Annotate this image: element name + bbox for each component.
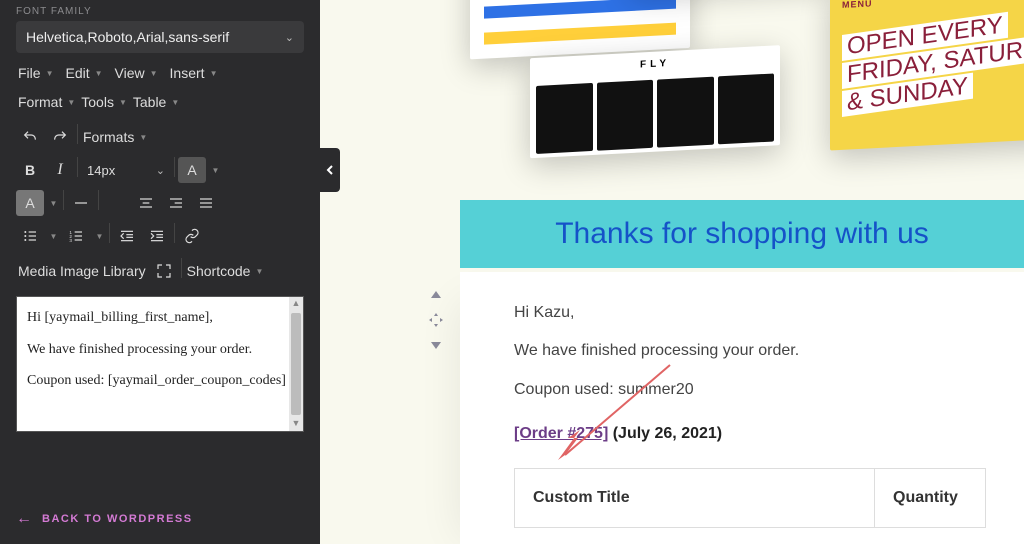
back-label: BACK TO WORDPRESS	[42, 513, 193, 525]
editor-menubar: File▼ Edit▼ View▼ Insert▼ Format▼ Tools▼…	[0, 53, 320, 122]
editor-toolbar: Formats▼ B I 14px⌄ A ▼ A ▼ ▼ 123 ▼	[0, 122, 320, 292]
font-size-select[interactable]: 14px⌄	[81, 157, 171, 183]
bg-color-dropdown-icon[interactable]: ▼	[46, 190, 60, 216]
template-card: MENUTHE DOCKYARD SOCIAL OPEN EVERY FRIDA…	[830, 0, 1024, 151]
number-list-dropdown-icon[interactable]: ▼	[92, 223, 106, 249]
menu-view[interactable]: View▼	[113, 61, 160, 85]
block-move-toolbar	[420, 286, 452, 354]
align-right-icon[interactable]	[162, 190, 190, 216]
menu-file[interactable]: File▼	[16, 61, 55, 85]
email-body-block[interactable]: Hi Kazu, We have finished processing you…	[460, 272, 1024, 544]
content-editor[interactable]: Hi [yaymail_billing_first_name], We have…	[16, 296, 304, 432]
move-drag-icon[interactable]	[424, 310, 448, 330]
font-family-label: FONT FAMILY	[16, 4, 304, 21]
back-to-wordpress[interactable]: ← BACK TO WORDPRESS	[0, 494, 320, 544]
editor-line: Coupon used: [yaymail_order_coupon_codes…	[27, 370, 293, 392]
hero-image-area: FLY MENUTHE DOCKYARD SOCIAL OPEN EVERY F…	[460, 0, 1024, 200]
align-left-icon[interactable]	[102, 190, 130, 216]
order-items-table-header: Custom Title Quantity	[514, 468, 986, 528]
outdent-icon[interactable]	[113, 223, 141, 249]
editor-sidebar: FONT FAMILY Helvetica,Roboto,Arial,sans-…	[0, 0, 320, 544]
col-qty: Quantity	[875, 469, 985, 527]
menu-edit[interactable]: Edit▼	[63, 61, 104, 85]
undo-icon[interactable]	[16, 124, 44, 150]
editor-scrollbar[interactable]: ▲▼	[289, 297, 303, 431]
col-title: Custom Title	[515, 469, 875, 527]
move-up-icon[interactable]	[424, 286, 448, 306]
text-color-icon[interactable]: A	[178, 157, 206, 183]
menu-table[interactable]: Table▼	[131, 90, 181, 114]
bullet-list-icon[interactable]	[16, 223, 44, 249]
editor-line: We have finished processing your order.	[27, 339, 293, 361]
move-down-icon[interactable]	[424, 334, 448, 354]
svg-text:3: 3	[69, 238, 72, 243]
font-family-value: Helvetica,Roboto,Arial,sans-serif	[26, 29, 229, 45]
email-greeting: Hi Kazu,	[514, 298, 986, 328]
arrow-left-icon: ←	[16, 510, 32, 528]
align-justify-icon[interactable]	[192, 190, 220, 216]
order-date: (July 26, 2021)	[613, 425, 722, 442]
email-processed: We have finished processing your order.	[514, 336, 986, 366]
template-card	[470, 0, 690, 59]
fullscreen-icon[interactable]	[150, 258, 178, 284]
align-center-icon[interactable]	[132, 190, 160, 216]
font-family-select[interactable]: Helvetica,Roboto,Arial,sans-serif ⌄	[16, 21, 304, 53]
menu-format[interactable]: Format▼	[16, 90, 77, 114]
indent-icon[interactable]	[143, 223, 171, 249]
menu-tools[interactable]: Tools▼	[79, 90, 129, 114]
template-card: FLY	[530, 45, 780, 158]
banner-text: Thanks for shopping with us	[555, 217, 929, 251]
number-list-icon[interactable]: 123	[62, 223, 90, 249]
shortcode-dropdown[interactable]: Shortcode▼	[185, 258, 266, 284]
text-color-dropdown-icon[interactable]: ▼	[208, 157, 222, 183]
email-coupon: Coupon used: summer20	[514, 375, 986, 405]
chevron-down-icon: ⌄	[285, 31, 294, 44]
bold-icon[interactable]: B	[16, 157, 44, 183]
formats-dropdown[interactable]: Formats▼	[81, 124, 149, 150]
order-heading: [Order #275] (July 26, 2021)	[514, 419, 986, 449]
order-link[interactable]: [Order #275]	[514, 425, 608, 442]
bg-color-icon[interactable]: A	[16, 190, 44, 216]
editor-line: Hi [yaymail_billing_first_name],	[27, 307, 293, 329]
redo-icon[interactable]	[46, 124, 74, 150]
menu-insert[interactable]: Insert▼	[168, 61, 220, 85]
email-banner: Thanks for shopping with us	[460, 200, 1024, 268]
bullet-list-dropdown-icon[interactable]: ▼	[46, 223, 60, 249]
link-icon[interactable]	[178, 223, 206, 249]
hr-icon[interactable]	[67, 190, 95, 216]
italic-icon[interactable]: I	[46, 157, 74, 183]
email-preview: FLY MENUTHE DOCKYARD SOCIAL OPEN EVERY F…	[320, 0, 1024, 544]
media-library-button[interactable]: Media Image Library	[16, 258, 148, 284]
